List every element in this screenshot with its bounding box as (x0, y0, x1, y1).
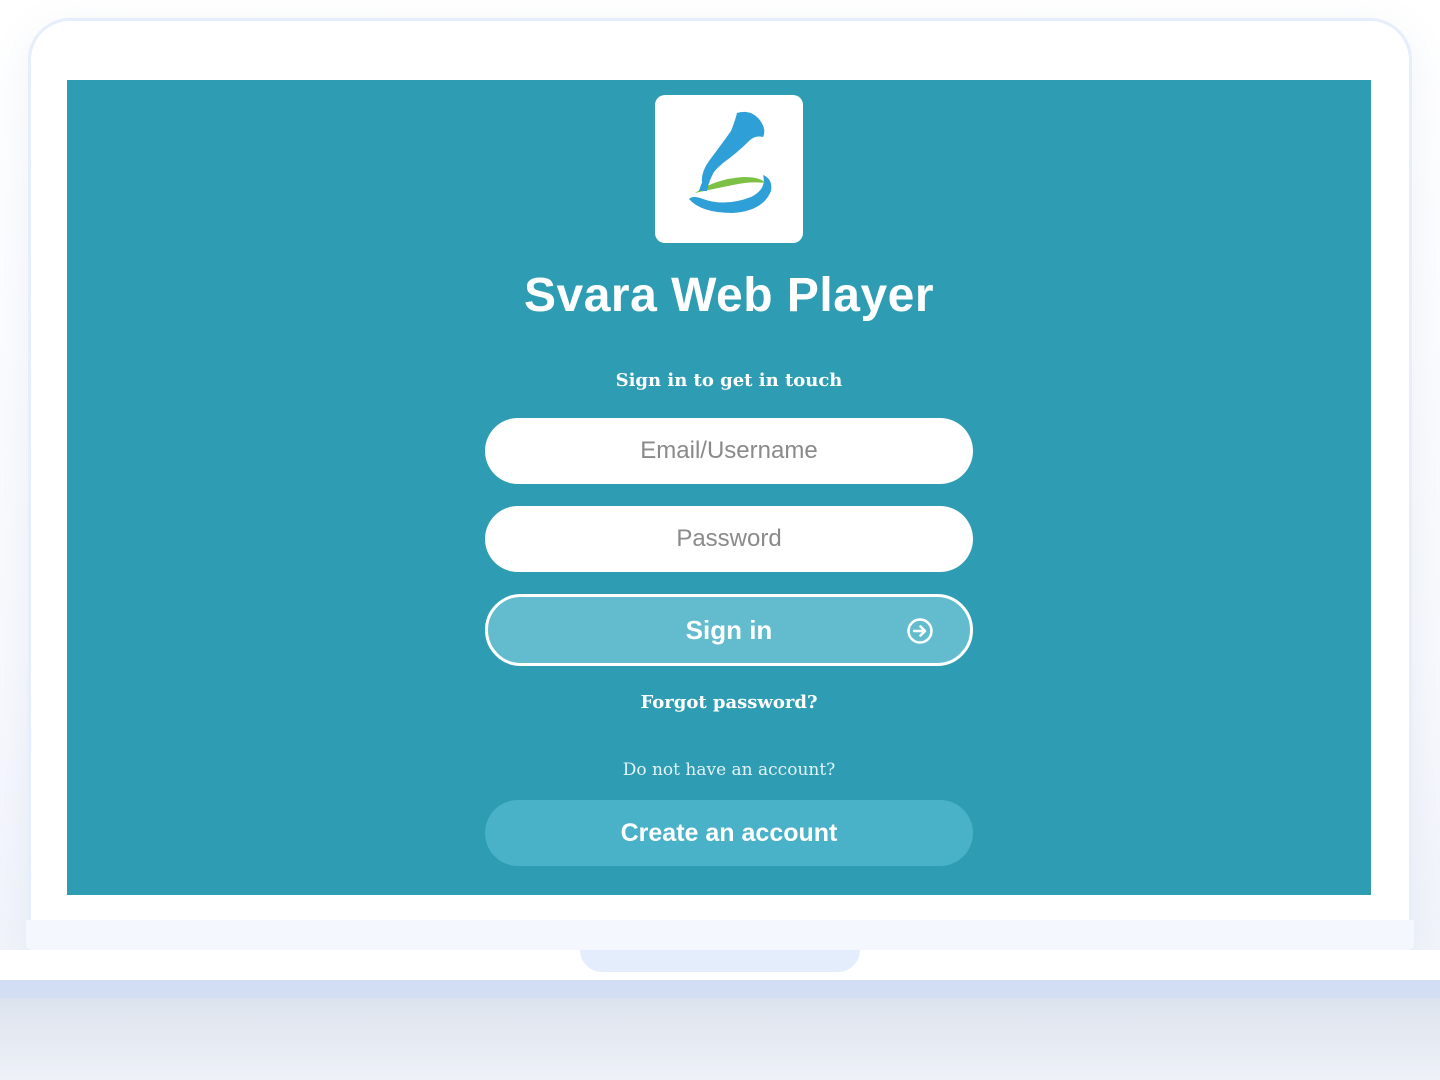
sign-in-label: Sign in (685, 615, 773, 645)
login-screen: Svara Web Player Sign in to get in touch… (67, 80, 1371, 895)
forgot-password-link[interactable]: Forgot password? (67, 692, 1371, 713)
no-account-text: Do not have an account? (622, 760, 836, 780)
create-account-button[interactable]: Create an account (485, 800, 973, 866)
laptop-deck-edge (0, 980, 1440, 998)
laptop-notch (580, 950, 860, 972)
floor-shadow (0, 998, 1440, 1080)
app-logo (655, 95, 803, 243)
signin-subtitle: Sign in to get in touch (615, 370, 843, 391)
sign-in-button[interactable]: Sign in (485, 594, 973, 666)
arrow-right-circle-icon (907, 618, 933, 644)
app-title: Svara Web Player (523, 269, 935, 322)
email-field[interactable] (485, 418, 973, 484)
laptop-mockup: Svara Web Player Sign in to get in touch… (0, 0, 1440, 1080)
password-field[interactable] (485, 506, 973, 572)
laptop-base (26, 920, 1414, 950)
svara-logo-icon (689, 111, 772, 213)
